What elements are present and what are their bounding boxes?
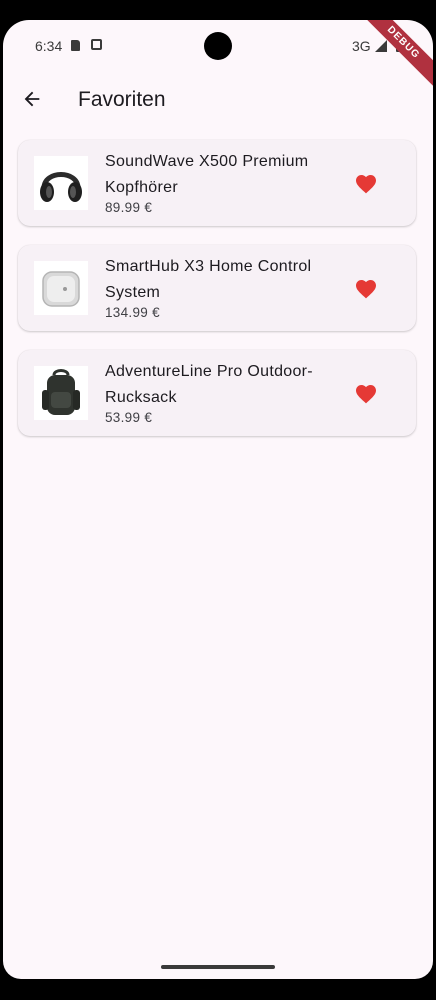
smart-hub-image bbox=[34, 261, 88, 315]
product-image-headphones bbox=[34, 156, 88, 210]
favorite-card[interactable]: SoundWave X500 Premium Kopfhörer 89.99 € bbox=[18, 140, 416, 226]
status-time: 6:34 bbox=[35, 38, 63, 54]
page-title: Favoriten bbox=[78, 88, 166, 111]
app-screen: 6:34 3G DEBUG Favoriten SoundWave X500 P… bbox=[3, 20, 433, 979]
heart-icon bbox=[356, 385, 376, 404]
backpack-image bbox=[34, 366, 88, 420]
app-bar: Favoriten bbox=[3, 76, 433, 126]
favorite-card[interactable]: AdventureLine Pro Outdoor-Rucksack 53.99… bbox=[18, 350, 416, 436]
product-name: AdventureLine Pro Outdoor-Rucksack bbox=[105, 363, 313, 406]
arrow-back-icon bbox=[24, 91, 40, 107]
sim-card-icon bbox=[71, 40, 80, 51]
home-indicator[interactable] bbox=[161, 965, 275, 969]
product-price: 134.99 € bbox=[105, 305, 160, 320]
heart-icon bbox=[356, 175, 376, 194]
back-button[interactable] bbox=[17, 84, 47, 114]
front-camera bbox=[204, 32, 232, 60]
product-price: 53.99 € bbox=[105, 410, 153, 425]
network-type: 3G bbox=[352, 38, 371, 54]
signal-icon bbox=[375, 40, 387, 52]
favorites-list: SoundWave X500 Premium Kopfhörer 89.99 €… bbox=[18, 140, 418, 455]
favorite-card[interactable]: SmartHub X3 Home Control System 134.99 € bbox=[18, 245, 416, 331]
product-image-backpack bbox=[34, 366, 88, 420]
product-name: SmartHub X3 Home Control System bbox=[105, 258, 312, 301]
heart-icon bbox=[356, 280, 376, 299]
screenshot-icon bbox=[91, 39, 102, 50]
favorite-toggle-button[interactable] bbox=[352, 170, 380, 196]
status-bar: 6:34 3G bbox=[3, 20, 433, 70]
favorite-toggle-button[interactable] bbox=[352, 380, 380, 406]
favorite-toggle-button[interactable] bbox=[352, 275, 380, 301]
product-name: SoundWave X500 Premium Kopfhörer bbox=[105, 153, 309, 196]
product-image-smart-hub bbox=[34, 261, 88, 315]
headphones-image bbox=[34, 156, 88, 210]
product-price: 89.99 € bbox=[105, 200, 153, 215]
